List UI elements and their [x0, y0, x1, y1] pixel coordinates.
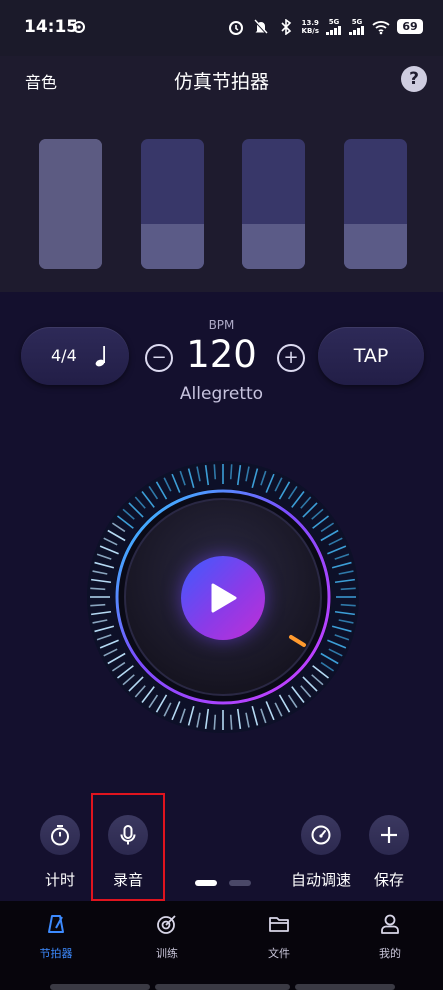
tempo-name: Allegretto	[179, 384, 264, 404]
beat-indicator-3[interactable]	[242, 139, 305, 269]
alarm-icon	[228, 20, 243, 35]
tap-tempo-button[interactable]: TAP	[318, 327, 424, 385]
tab-profile[interactable]: 我的	[350, 913, 430, 961]
beat-level	[141, 224, 204, 269]
status-time: 14:15	[24, 17, 79, 37]
dial-tick	[340, 603, 356, 607]
gesture-bar	[155, 984, 290, 990]
status-bar: 14:15 13.9 KB/s 5G 5G 69	[0, 0, 443, 56]
gesture-bar	[50, 984, 150, 990]
status-icons: 13.9 KB/s 5G 5G 69	[227, 18, 423, 35]
dial-tick	[229, 714, 233, 730]
page-indicator-active	[195, 880, 217, 886]
timer-button[interactable]	[40, 815, 80, 855]
dial-tick	[340, 587, 356, 591]
signal-2: 5G	[349, 18, 365, 35]
user-icon	[381, 914, 399, 934]
tab-training[interactable]: 训练	[127, 913, 207, 961]
sync-icon	[73, 21, 85, 33]
tab-label: 文件	[268, 947, 290, 960]
timer-label: 计时	[44, 871, 75, 889]
save-label: 保存	[373, 871, 404, 889]
play-icon	[211, 583, 237, 613]
signal-1: 5G	[326, 18, 342, 35]
beat-indicator-4[interactable]	[344, 139, 407, 269]
net-speed-unit: KB/s	[301, 26, 319, 35]
dial-tick	[90, 587, 106, 591]
save-button[interactable]	[369, 815, 409, 855]
metronome-icon	[48, 915, 64, 933]
beat-indicator-1[interactable]	[39, 139, 102, 269]
speedometer-icon	[311, 825, 331, 845]
auto-tempo-label: 自动调速	[290, 871, 351, 889]
signal-1-label: 5G	[328, 18, 340, 26]
increase-bpm-button[interactable]: +	[277, 344, 305, 372]
tab-label: 训练	[156, 947, 178, 960]
dial-tick	[213, 464, 217, 480]
net-speed-value: 13.9	[301, 18, 319, 27]
tab-label: 我的	[379, 947, 401, 960]
battery-indicator: 69	[397, 19, 423, 34]
beat-indicator-2[interactable]	[141, 139, 204, 269]
page-title: 仿真节拍器	[173, 71, 269, 93]
beat-level	[344, 224, 407, 269]
stopwatch-icon	[51, 825, 69, 846]
signal-2-label: 5G	[351, 18, 363, 26]
dial-tick	[213, 714, 217, 730]
tab-files[interactable]: 文件	[239, 913, 319, 961]
auto-tempo-button[interactable]	[301, 815, 341, 855]
target-icon	[157, 915, 176, 934]
help-button[interactable]: ?	[401, 66, 427, 92]
auto-tempo-tool[interactable]: 自动调速	[289, 815, 353, 890]
dial-tick	[229, 464, 233, 480]
signal-bars-icon	[349, 26, 364, 35]
beat-level	[39, 139, 102, 269]
net-speed: 13.9 KB/s	[302, 19, 319, 35]
highlight-box	[91, 793, 165, 901]
timer-tool[interactable]: 计时	[30, 815, 90, 890]
beat-level	[242, 224, 305, 269]
page-indicator-inactive	[229, 880, 251, 886]
tab-label: 节拍器	[39, 947, 73, 960]
plus-icon	[381, 827, 397, 843]
folder-icon	[269, 917, 289, 932]
header-area: 音色 仿真节拍器 ?	[0, 56, 443, 292]
save-tool[interactable]: 保存	[359, 815, 419, 890]
dial-tick	[90, 603, 106, 607]
bottom-tab-bar: 节拍器 训练 文件 我的	[0, 901, 443, 990]
tab-metronome[interactable]: 节拍器	[16, 913, 96, 961]
play-button[interactable]	[181, 556, 265, 640]
mute-icon	[253, 19, 268, 35]
bluetooth-icon	[280, 18, 291, 35]
signal-bars-icon	[326, 26, 341, 35]
wifi-icon	[372, 20, 390, 34]
gesture-bar	[295, 984, 395, 990]
